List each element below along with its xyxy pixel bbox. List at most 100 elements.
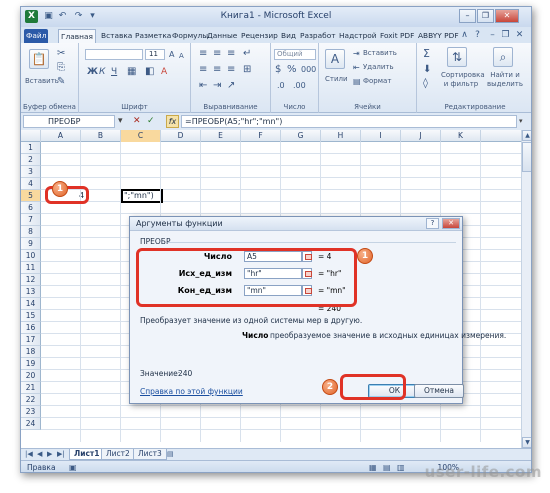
find-select-icon[interactable]: ⌕ bbox=[493, 47, 513, 67]
row-header[interactable]: 21 bbox=[21, 382, 41, 394]
align-top-icon[interactable]: ≡ bbox=[199, 49, 207, 59]
styles-button[interactable]: Стили bbox=[325, 75, 348, 83]
doc-close-icon[interactable]: ✕ bbox=[514, 30, 525, 41]
select-all-corner[interactable] bbox=[21, 130, 41, 142]
scroll-down-icon[interactable]: ▼ bbox=[522, 437, 531, 448]
tab-foxit-pdf[interactable]: Foxit PDF bbox=[378, 29, 416, 43]
name-box[interactable]: ПРЕОБР bbox=[23, 115, 115, 128]
scroll-up-icon[interactable]: ▲ bbox=[522, 130, 531, 141]
row-header[interactable]: 9 bbox=[21, 238, 41, 250]
fill-color-icon[interactable]: ◧ bbox=[145, 67, 154, 77]
row-header[interactable]: 13 bbox=[21, 286, 41, 298]
row-header[interactable]: 19 bbox=[21, 358, 41, 370]
font-name-select[interactable] bbox=[85, 49, 143, 60]
align-right-icon[interactable]: ≡ bbox=[227, 65, 235, 75]
page-layout-view-icon[interactable]: ▤ bbox=[383, 463, 391, 472]
column-header[interactable]: G bbox=[281, 130, 321, 142]
column-header[interactable]: A bbox=[41, 130, 81, 142]
row-header[interactable]: 4 bbox=[21, 178, 41, 190]
increase-decimal-icon[interactable]: .0 bbox=[277, 81, 285, 91]
column-header[interactable]: J bbox=[401, 130, 441, 142]
tab-page-layout[interactable]: Разметка bbox=[133, 29, 173, 43]
row-header[interactable]: 11 bbox=[21, 262, 41, 274]
format-painter-icon[interactable]: ✎ bbox=[57, 77, 65, 87]
clear-icon[interactable]: ◊ bbox=[423, 79, 428, 89]
doc-minimize-icon[interactable]: – bbox=[487, 30, 498, 41]
row-header[interactable]: 22 bbox=[21, 394, 41, 406]
column-header[interactable]: K bbox=[441, 130, 481, 142]
format-cells-button[interactable]: Формат bbox=[363, 77, 391, 85]
delete-cells-button[interactable]: Удалить bbox=[363, 63, 394, 71]
maximize-button[interactable]: ❐ bbox=[477, 9, 494, 23]
underline-button[interactable]: Ч bbox=[111, 67, 117, 77]
orientation-icon[interactable]: ↗ bbox=[227, 81, 235, 91]
percent-icon[interactable]: % bbox=[287, 65, 297, 75]
sheet-tab-2[interactable]: Лист2 bbox=[101, 449, 135, 460]
column-header[interactable]: B bbox=[81, 130, 121, 142]
decrease-decimal-icon[interactable]: .00 bbox=[293, 81, 306, 91]
autosum-icon[interactable]: Σ bbox=[423, 48, 430, 59]
cancel-formula-button[interactable]: ✕ bbox=[133, 115, 141, 128]
tab-view[interactable]: Вид bbox=[279, 29, 298, 43]
align-left-icon[interactable]: ≡ bbox=[199, 65, 207, 75]
shrink-font-icon[interactable]: A bbox=[179, 51, 184, 61]
grow-font-icon[interactable]: A bbox=[169, 50, 174, 60]
wrap-text-icon[interactable]: ↵ bbox=[243, 49, 251, 59]
dialog-close-button[interactable]: ✕ bbox=[442, 218, 460, 229]
column-header[interactable]: I bbox=[361, 130, 401, 142]
sort-filter-icon[interactable]: ⇅ bbox=[447, 47, 467, 67]
row-header[interactable]: 23 bbox=[21, 406, 41, 418]
enter-formula-button[interactable]: ✓ bbox=[147, 115, 155, 128]
cut-icon[interactable]: ✂ bbox=[57, 49, 65, 59]
first-sheet-icon[interactable]: |◀ bbox=[25, 450, 33, 458]
column-header[interactable]: F bbox=[241, 130, 281, 142]
bold-button[interactable]: Ж bbox=[87, 67, 98, 77]
borders-icon[interactable]: ▦ bbox=[127, 67, 136, 77]
delete-cells-icon[interactable]: ⇤ bbox=[353, 63, 360, 73]
merge-cells-icon[interactable]: ⊞ bbox=[243, 65, 251, 75]
row-header[interactable]: 2 bbox=[21, 154, 41, 166]
insert-sheet-icon[interactable]: ▤ bbox=[167, 450, 174, 458]
column-header[interactable]: H bbox=[321, 130, 361, 142]
row-header[interactable]: 20 bbox=[21, 370, 41, 382]
row-header[interactable]: 3 bbox=[21, 166, 41, 178]
copy-icon[interactable]: ⎘ bbox=[57, 63, 65, 73]
row-header[interactable]: 10 bbox=[21, 250, 41, 262]
row-header[interactable]: 17 bbox=[21, 334, 41, 346]
doc-restore-icon[interactable]: ❐ bbox=[500, 30, 511, 41]
column-header[interactable]: E bbox=[201, 130, 241, 142]
help-icon[interactable]: ? bbox=[472, 30, 483, 41]
next-sheet-icon[interactable]: ▶ bbox=[47, 450, 52, 458]
currency-icon[interactable]: $ bbox=[275, 65, 281, 75]
tab-developer[interactable]: Разработ bbox=[298, 29, 338, 43]
macro-record-icon[interactable]: ▣ bbox=[69, 463, 77, 472]
close-button[interactable]: ✕ bbox=[495, 9, 519, 23]
fill-icon[interactable]: ⬇ bbox=[423, 65, 431, 75]
scroll-thumb[interactable] bbox=[522, 142, 531, 172]
row-header[interactable]: 24 bbox=[21, 418, 41, 430]
thousands-icon[interactable]: 000 bbox=[301, 65, 316, 75]
insert-function-button[interactable]: fx bbox=[166, 115, 179, 128]
tab-file[interactable]: Файл bbox=[24, 29, 49, 43]
sort-filter-button[interactable]: Сортировка и фильтр bbox=[441, 71, 485, 89]
column-header[interactable]: C bbox=[121, 130, 161, 142]
function-help-link[interactable]: Справка по этой функции bbox=[140, 387, 243, 396]
italic-button[interactable]: К bbox=[99, 67, 105, 77]
align-center-icon[interactable]: ≡ bbox=[213, 65, 221, 75]
tab-home[interactable]: Главная bbox=[58, 29, 96, 43]
tab-review[interactable]: Рецензир bbox=[239, 29, 280, 43]
row-header[interactable]: 14 bbox=[21, 298, 41, 310]
normal-view-icon[interactable]: ▦ bbox=[369, 463, 377, 472]
row-header[interactable]: 12 bbox=[21, 274, 41, 286]
align-bottom-icon[interactable]: ≡ bbox=[227, 49, 235, 59]
increase-indent-icon[interactable]: ⇥ bbox=[213, 81, 221, 91]
font-color-icon[interactable]: A bbox=[161, 67, 167, 77]
prev-sheet-icon[interactable]: ◀ bbox=[37, 450, 42, 458]
find-select-button[interactable]: Найти и выделить bbox=[485, 71, 525, 89]
insert-cells-icon[interactable]: ⇥ bbox=[353, 49, 360, 59]
tab-insert[interactable]: Вставка bbox=[99, 29, 134, 43]
row-header[interactable]: 8 bbox=[21, 226, 41, 238]
dialog-help-button[interactable]: ? bbox=[426, 218, 439, 229]
formula-expand-icon[interactable]: ▾ bbox=[519, 115, 523, 128]
row-header[interactable]: 6 bbox=[21, 202, 41, 214]
